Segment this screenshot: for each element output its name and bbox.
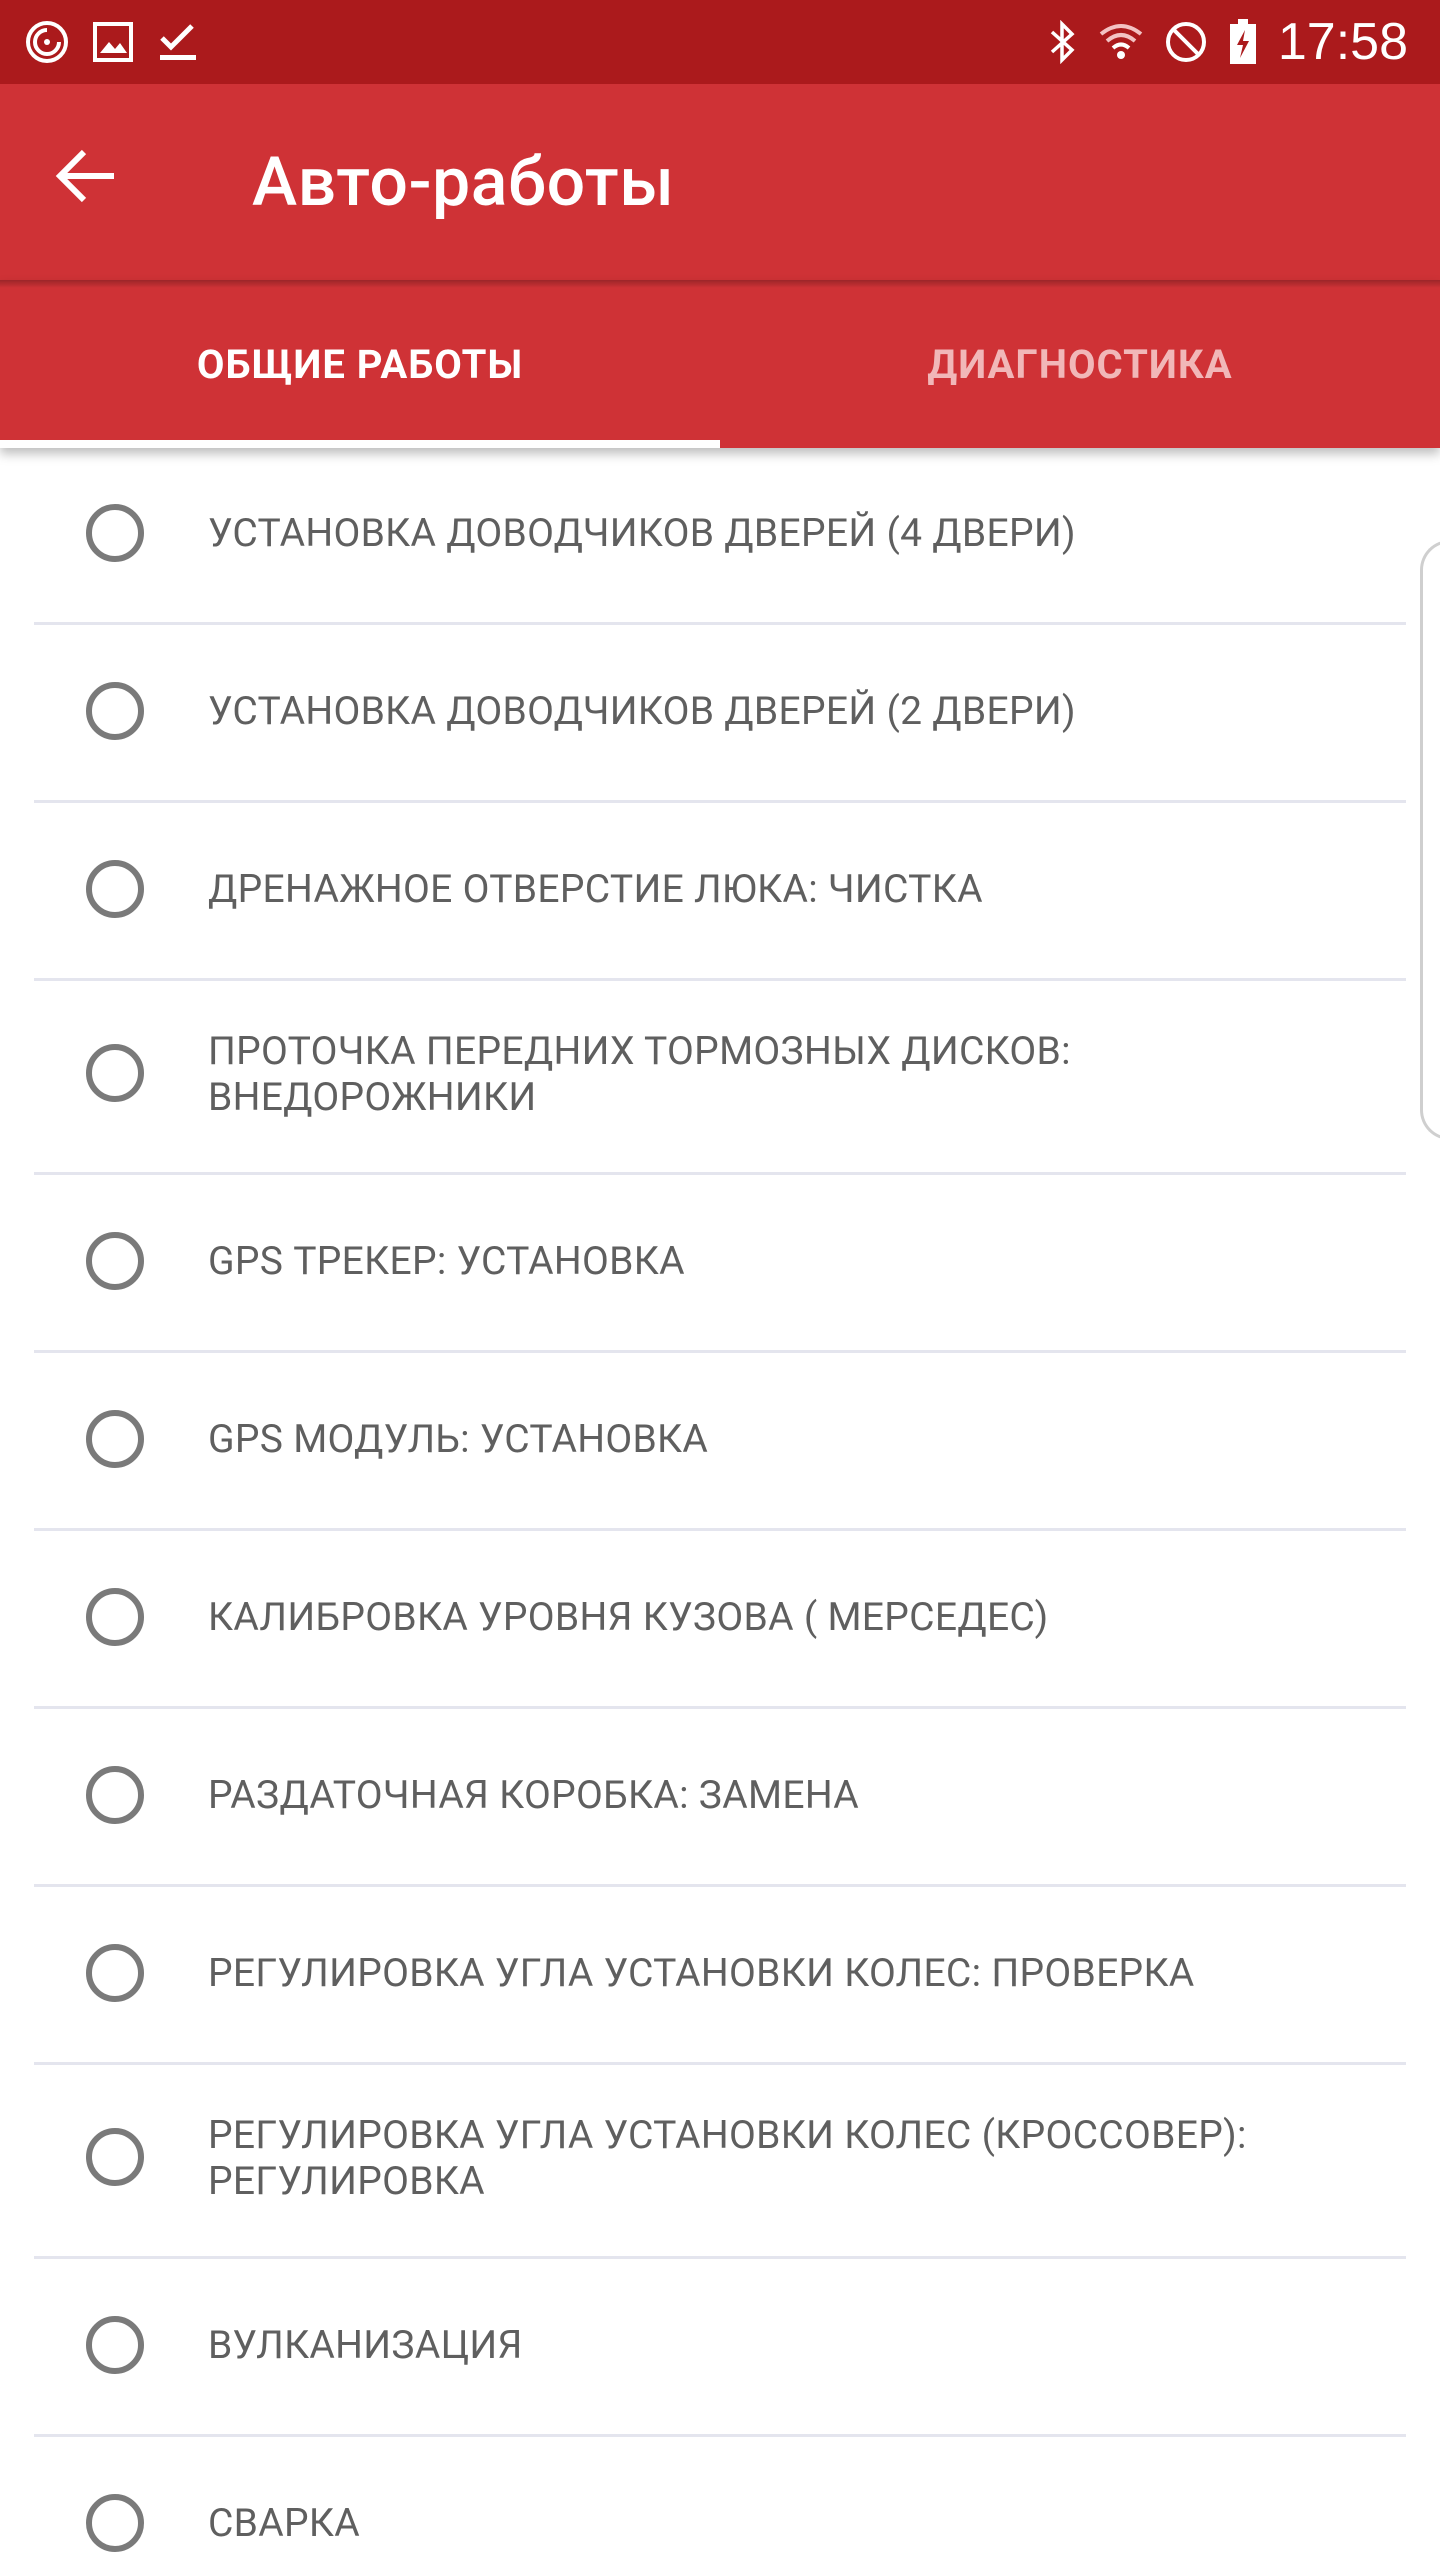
list-item[interactable]: РАЗДАТОЧНАЯ КОРОБКА: ЗАМЕНА <box>0 1710 1440 1888</box>
list-item[interactable]: РЕГУЛИРОВКА УГЛА УСТАНОВКИ КОЛЕС (КРОССО… <box>0 2066 1440 2260</box>
bluetooth-icon <box>1050 20 1075 64</box>
radio-button[interactable] <box>86 504 144 562</box>
list-item-label: КАЛИБРОВКА УРОВНЯ КУЗОВА ( МЕРСЕДЕС) <box>208 1594 1049 1640</box>
battery-charging-icon <box>1229 19 1256 64</box>
tab-bar: ОБЩИЕ РАБОТЫ ДИАГНОСТИКА <box>0 280 1440 448</box>
radio-button[interactable] <box>86 1232 144 1290</box>
list-item[interactable]: GPS ТРЕКЕР: УСТАНОВКА <box>0 1176 1440 1354</box>
list-item-label: РАЗДАТОЧНАЯ КОРОБКА: ЗАМЕНА <box>208 1772 860 1818</box>
list-item[interactable]: РЕГУЛИРОВКА УГЛА УСТАНОВКИ КОЛЕС: ПРОВЕР… <box>0 1888 1440 2066</box>
list-item-label: GPS ТРЕКЕР: УСТАНОВКА <box>208 1238 685 1284</box>
list-item-label: РЕГУЛИРОВКА УГЛА УСТАНОВКИ КОЛЕС (КРОССО… <box>208 2112 1247 2204</box>
list-item-label: ВУЛКАНИЗАЦИЯ <box>208 2322 523 2368</box>
radio-button[interactable] <box>86 1766 144 1824</box>
list-item[interactable]: ПРОТОЧКА ПЕРЕДНИХ ТОРМОЗНЫХ ДИСКОВ: ВНЕД… <box>0 982 1440 1176</box>
list-item-label: ПРОТОЧКА ПЕРЕДНИХ ТОРМОЗНЫХ ДИСКОВ: ВНЕД… <box>208 1028 1071 1120</box>
radio-button[interactable] <box>86 1588 144 1646</box>
list-item[interactable]: ВУЛКАНИЗАЦИЯ <box>0 2260 1440 2438</box>
list-item[interactable]: УСТАНОВКА ДОВОДЧИКОВ ДВЕРЕЙ (4 ДВЕРИ) <box>0 448 1440 626</box>
notification-icons <box>24 18 200 66</box>
radio-button[interactable] <box>86 860 144 918</box>
page-title: Авто-работы <box>252 142 675 222</box>
divider <box>34 1528 1406 1531</box>
list-item-label: GPS МОДУЛЬ: УСТАНОВКА <box>208 1416 709 1462</box>
back-button[interactable] <box>50 140 122 212</box>
image-icon <box>93 22 133 62</box>
divider <box>34 978 1406 981</box>
arrow-back-icon <box>55 149 114 203</box>
divider <box>34 1706 1406 1709</box>
divider <box>34 1172 1406 1175</box>
radio-button[interactable] <box>86 2128 144 2186</box>
divider <box>34 1884 1406 1887</box>
wifi-icon <box>1099 24 1143 59</box>
divider <box>34 2434 1406 2437</box>
radio-button[interactable] <box>86 2316 144 2374</box>
divider <box>34 622 1406 625</box>
divider <box>34 2062 1406 2065</box>
list-item-label: ДРЕНАЖНОЕ ОТВЕРСТИЕ ЛЮКА: ЧИСТКА <box>208 866 983 912</box>
app-bar: Авто-работы <box>0 84 1440 280</box>
list-item[interactable]: ДРЕНАЖНОЕ ОТВЕРСТИЕ ЛЮКА: ЧИСТКА <box>0 804 1440 982</box>
list-item[interactable]: УСТАНОВКА ДОВОДЧИКОВ ДВЕРЕЙ (2 ДВЕРИ) <box>0 626 1440 804</box>
divider <box>34 1350 1406 1353</box>
do-not-disturb-icon <box>1165 22 1206 62</box>
list-item[interactable]: СВАРКА <box>0 2438 1440 2560</box>
radio-button[interactable] <box>86 1944 144 2002</box>
list-item-label: УСТАНОВКА ДОВОДЧИКОВ ДВЕРЕЙ (2 ДВЕРИ) <box>208 688 1076 734</box>
sync-icon <box>26 21 68 63</box>
status-time: 17:58 <box>1277 13 1408 71</box>
radio-button[interactable] <box>86 1410 144 1468</box>
tab-indicator <box>0 440 720 448</box>
tab-general-works[interactable]: ОБЩИЕ РАБОТЫ <box>0 280 720 448</box>
system-icons: 17:58 <box>1048 14 1408 70</box>
radio-button[interactable] <box>86 1044 144 1102</box>
divider <box>34 800 1406 803</box>
list-item-label: СВАРКА <box>208 2500 361 2546</box>
status-bar: 17:58 <box>0 0 1440 84</box>
list-item[interactable]: КАЛИБРОВКА УРОВНЯ КУЗОВА ( МЕРСЕДЕС) <box>0 1532 1440 1710</box>
tab-diagnostics[interactable]: ДИАГНОСТИКА <box>720 280 1440 448</box>
check-icon <box>160 24 196 60</box>
scroll-edge-hint <box>1420 540 1440 1140</box>
divider <box>34 2256 1406 2259</box>
list-item-label: УСТАНОВКА ДОВОДЧИКОВ ДВЕРЕЙ (4 ДВЕРИ) <box>208 510 1076 556</box>
list-item[interactable]: GPS МОДУЛЬ: УСТАНОВКА <box>0 1354 1440 1532</box>
radio-button[interactable] <box>86 682 144 740</box>
radio-button[interactable] <box>86 2494 144 2552</box>
list-item-label: РЕГУЛИРОВКА УГЛА УСТАНОВКИ КОЛЕС: ПРОВЕР… <box>208 1950 1195 1996</box>
